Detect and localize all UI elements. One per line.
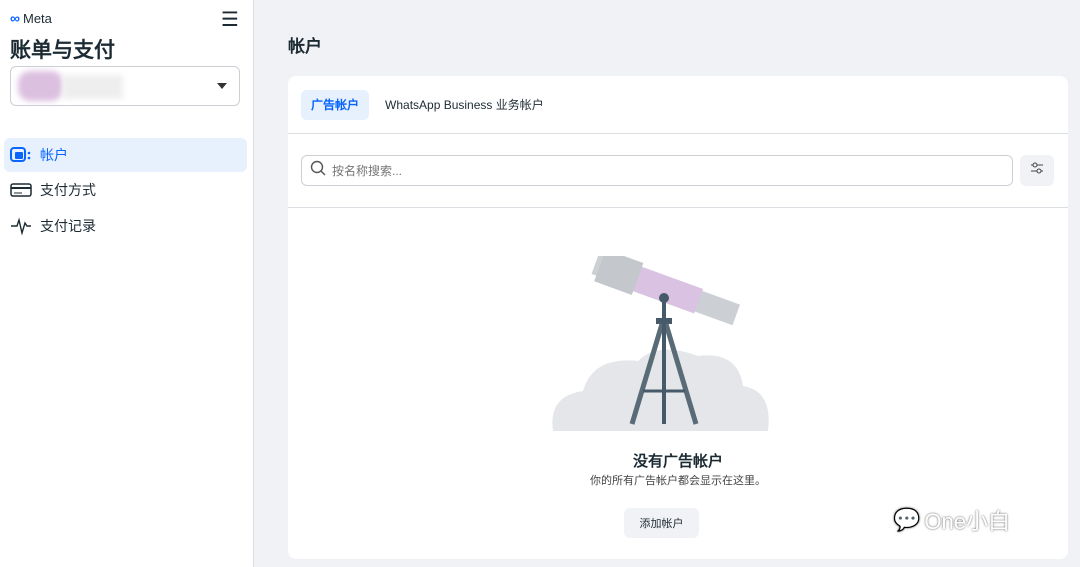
page-title: 帐户 [288, 37, 322, 56]
watermark: 💬 One小白 [893, 504, 1010, 536]
caret-down-icon [217, 83, 227, 94]
telescope-illustration [552, 256, 769, 431]
hamburger-menu-icon[interactable]: ☰ [221, 10, 239, 30]
brand-label: Meta [22, 10, 52, 26]
search-input[interactable] [332, 163, 992, 178]
meta-infinity-icon: ∞ [10, 10, 20, 26]
sidebar: ∞ Meta ☰ 账单与支付 帐户 支付方式 支付记录 [0, 0, 254, 567]
wechat-icon: 💬 [893, 507, 921, 532]
filter-button[interactable] [1020, 155, 1054, 186]
sliders-icon [1030, 161, 1044, 180]
accounts-card: 广告帐户 WhatsApp Business 业务帐户 没有广告帐户 你的所有广… [288, 76, 1068, 559]
activity-pulse-icon [10, 217, 32, 235]
watermark-text: One小白 [924, 509, 1010, 534]
sidebar-item-payment-activity[interactable]: 支付记录 [4, 209, 247, 243]
account-avatar [18, 71, 63, 101]
search-row [288, 134, 1068, 208]
search-box[interactable] [301, 155, 1013, 186]
sidebar-item-label: 支付记录 [40, 218, 96, 234]
sidebar-item-label: 支付方式 [40, 182, 96, 198]
add-account-button[interactable]: 添加帐户 [624, 508, 699, 538]
empty-state-title: 没有广告帐户 [632, 453, 723, 470]
sidebar-item-accounts[interactable]: 帐户 [4, 138, 247, 172]
tab-ad-accounts[interactable]: 广告帐户 [301, 89, 370, 120]
tab-whatsapp-accounts[interactable]: WhatsApp Business 业务帐户 [375, 90, 554, 120]
accounts-icon [10, 146, 32, 164]
account-name-redacted [63, 75, 123, 99]
sidebar-item-payment-methods[interactable]: 支付方式 [4, 173, 247, 207]
search-icon [310, 160, 326, 181]
business-account-selector[interactable] [10, 66, 240, 106]
credit-card-icon [10, 182, 32, 198]
empty-state-subtitle: 你的所有广告帐户都会显示在这里。 [590, 475, 766, 487]
sidebar-item-label: 帐户 [40, 147, 68, 163]
page-heading: 账单与支付 [10, 39, 115, 62]
meta-logo[interactable]: ∞ Meta [10, 10, 52, 26]
tab-bar: 广告帐户 WhatsApp Business 业务帐户 [288, 76, 1068, 134]
